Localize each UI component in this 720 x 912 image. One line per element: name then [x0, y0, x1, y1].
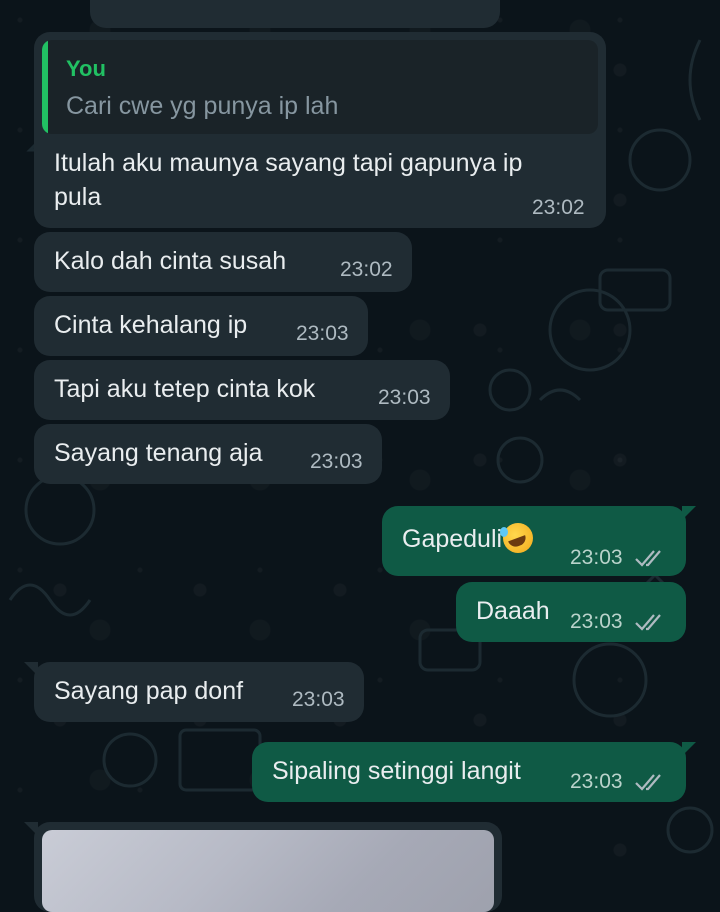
incoming-message[interactable]: Cinta kehalang ip 23:03 [34, 296, 368, 356]
read-receipt-double-check-icon [635, 550, 661, 567]
message-time: 23:03 [296, 322, 349, 345]
incoming-message-with-reply[interactable]: You Cari cwe yg punya ip lah Itulah aku … [34, 32, 606, 228]
message-time: 23:02 [532, 196, 585, 219]
message-text: Sayang pap donf [54, 677, 244, 705]
message-time: 23:03 [310, 450, 363, 473]
incoming-message[interactable]: Tapi aku tetep cinta kok 23:03 [34, 360, 450, 420]
message-text-content: Gapeduli [402, 525, 503, 553]
message-text: Sayang tenang aja [54, 439, 263, 467]
incoming-image-message[interactable] [24, 822, 502, 912]
message-time: 23:03 [570, 610, 623, 633]
message-time: 23:03 [292, 688, 345, 711]
message-time: 23:03 [570, 770, 623, 793]
message-time: 23:03 [570, 546, 623, 569]
incoming-message[interactable]: Kalo dah cinta susah 23:02 [34, 232, 412, 292]
outgoing-message[interactable]: Sipaling setinggi langit 23:03 [252, 742, 696, 802]
incoming-message[interactable]: Sayang pap donf 23:03 [24, 662, 364, 722]
message-time: 23:03 [378, 386, 431, 409]
previous-message-bubble-edge [90, 0, 500, 28]
rolling-laughing-emoji-icon [500, 523, 534, 553]
image-thumbnail[interactable] [42, 830, 494, 912]
read-receipt-double-check-icon [635, 614, 661, 631]
incoming-message[interactable]: Sayang tenang aja 23:03 [34, 424, 382, 484]
quoted-reply[interactable]: You Cari cwe yg punya ip lah [42, 40, 598, 134]
message-text: Kalo dah cinta susah [54, 247, 287, 275]
quote-author: You [66, 56, 106, 81]
message-text: Sipaling setinggi langit [272, 757, 521, 785]
message-time: 23:02 [340, 258, 393, 281]
outgoing-message[interactable]: Gapeduli 23:03 [382, 506, 696, 576]
quote-text: Cari cwe yg punya ip lah [66, 92, 339, 120]
outgoing-message[interactable]: Daaah 23:03 [456, 582, 686, 642]
message-text: Cinta kehalang ip [54, 311, 248, 339]
read-receipt-double-check-icon [635, 774, 661, 791]
message-text-line-2: pula [54, 183, 102, 211]
message-text: Tapi aku tetep cinta kok [54, 375, 316, 403]
message-text: Gapeduli [402, 522, 534, 556]
message-text-line-1: Itulah aku maunya sayang tapi gapunya ip [54, 149, 523, 177]
message-text: Daaah [476, 597, 550, 625]
quote-accent-bar [42, 40, 48, 134]
